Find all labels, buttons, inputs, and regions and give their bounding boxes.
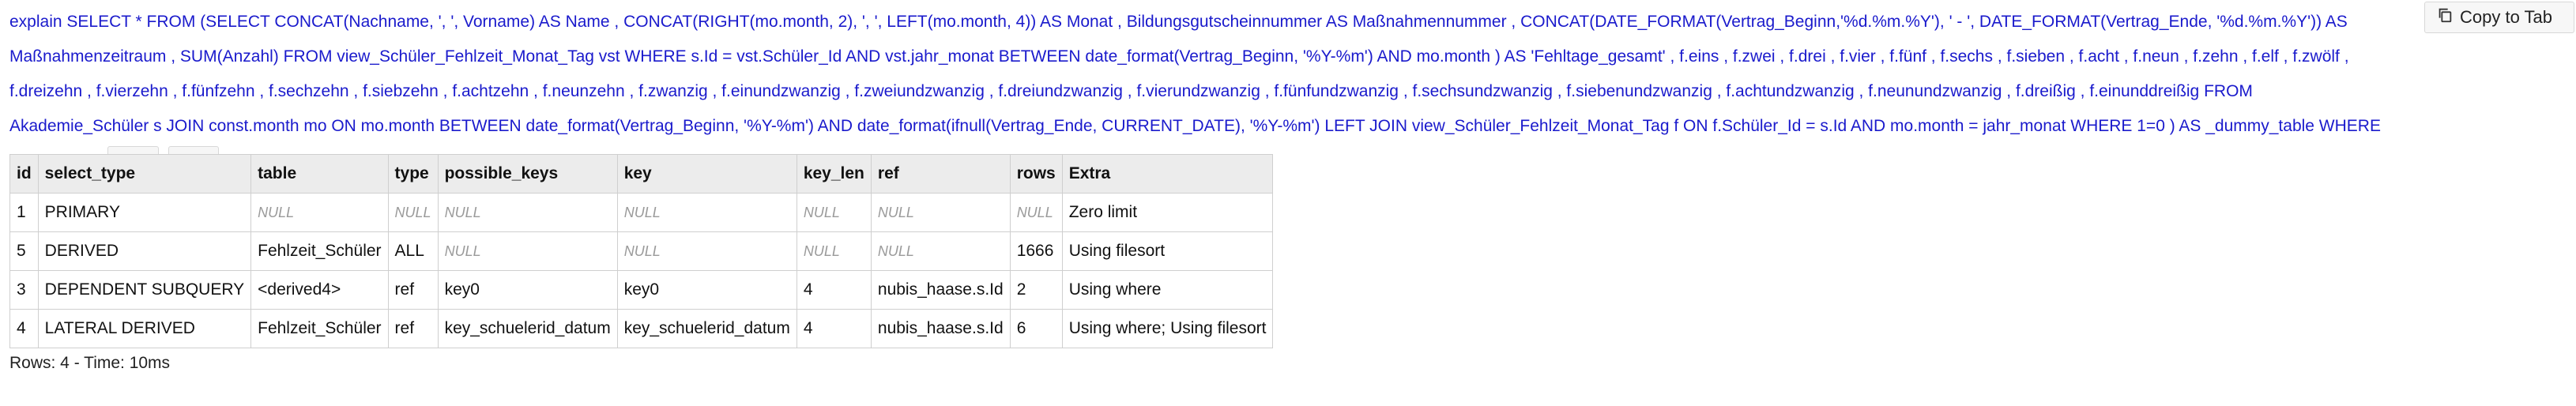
cell-rows-null: NULL <box>1009 193 1063 232</box>
cell-key-len-null: NULL <box>796 231 872 271</box>
cell-type-null: NULL <box>387 193 439 232</box>
cell-key-len: 4 <box>796 309 872 348</box>
cell-rows: 2 <box>1009 270 1063 310</box>
cell-id: 3 <box>9 270 39 310</box>
cell-possible-keys-null: NULL <box>437 193 618 232</box>
cell-id: 4 <box>9 309 39 348</box>
cell-ref: nubis_haase.s.Id <box>870 270 1011 310</box>
cell-key: key0 <box>616 270 797 310</box>
cell-rows: 1666 <box>1009 231 1063 271</box>
column-header-ref[interactable]: ref <box>870 154 1011 194</box>
cell-ref-null: NULL <box>870 231 1011 271</box>
cell-key-len-null: NULL <box>796 193 872 232</box>
cell-id: 1 <box>9 193 39 232</box>
cell-select-type: PRIMARY <box>37 193 252 232</box>
cell-table: <derived4> <box>250 270 389 310</box>
cell-table: Fehlzeit_Schüler <box>250 231 389 271</box>
column-header-extra[interactable]: Extra <box>1061 154 1274 194</box>
cell-ref-null: NULL <box>870 193 1011 232</box>
copy-icon <box>2436 6 2454 28</box>
table-row: 4 LATERAL DERIVED Fehlzeit_Schüler ref k… <box>9 309 1274 348</box>
cell-possible-keys-null: NULL <box>437 231 618 271</box>
query-text: explain SELECT * FROM (SELECT CONCAT(Nac… <box>9 13 2381 170</box>
column-header-key-len[interactable]: key_len <box>796 154 872 194</box>
sql-query-text: explain SELECT * FROM (SELECT CONCAT(Nac… <box>9 5 2384 179</box>
cell-extra: Using where; Using filesort <box>1061 309 1274 348</box>
cell-select-type: DEPENDENT SUBQUERY <box>37 270 252 310</box>
cell-extra: Using where <box>1061 270 1274 310</box>
cell-type: ref <box>387 309 439 348</box>
column-header-rows[interactable]: rows <box>1009 154 1063 194</box>
copy-to-tab-label: Copy to Tab <box>2460 7 2553 27</box>
copy-to-tab-button[interactable]: Copy to Tab <box>2424 2 2574 33</box>
cell-key-null: NULL <box>616 193 797 232</box>
explain-results-table: id select_type table type possible_keys … <box>9 154 1274 348</box>
cell-possible-keys: key0 <box>437 270 618 310</box>
cell-type: ref <box>387 270 439 310</box>
cell-table-null: NULL <box>250 193 389 232</box>
cell-key-null: NULL <box>616 231 797 271</box>
cell-select-type: DERIVED <box>37 231 252 271</box>
cell-select-type: LATERAL DERIVED <box>37 309 252 348</box>
cell-table: Fehlzeit_Schüler <box>250 309 389 348</box>
cell-possible-keys: key_schuelerid_datum <box>437 309 618 348</box>
column-header-type[interactable]: type <box>387 154 439 194</box>
status-bar: Rows: 4 - Time: 10ms <box>9 354 171 372</box>
column-header-select-type[interactable]: select_type <box>37 154 252 194</box>
table-row: 5 DERIVED Fehlzeit_Schüler ALL NULL NULL… <box>9 231 1274 271</box>
cell-extra: Zero limit <box>1061 193 1274 232</box>
cell-id: 5 <box>9 231 39 271</box>
cell-rows: 6 <box>1009 309 1063 348</box>
cell-extra: Using filesort <box>1061 231 1274 271</box>
column-header-table[interactable]: table <box>250 154 389 194</box>
cell-type: ALL <box>387 231 439 271</box>
column-header-id[interactable]: id <box>9 154 39 194</box>
column-header-key[interactable]: key <box>616 154 797 194</box>
table-row: 3 DEPENDENT SUBQUERY <derived4> ref key0… <box>9 270 1274 310</box>
column-header-possible-keys[interactable]: possible_keys <box>437 154 618 194</box>
cell-key-len: 4 <box>796 270 872 310</box>
cell-ref: nubis_haase.s.Id <box>870 309 1011 348</box>
table-row: 1 PRIMARY NULL NULL NULL NULL NULL NULL … <box>9 193 1274 232</box>
table-header-row: id select_type table type possible_keys … <box>9 154 1274 194</box>
cell-key: key_schuelerid_datum <box>616 309 797 348</box>
